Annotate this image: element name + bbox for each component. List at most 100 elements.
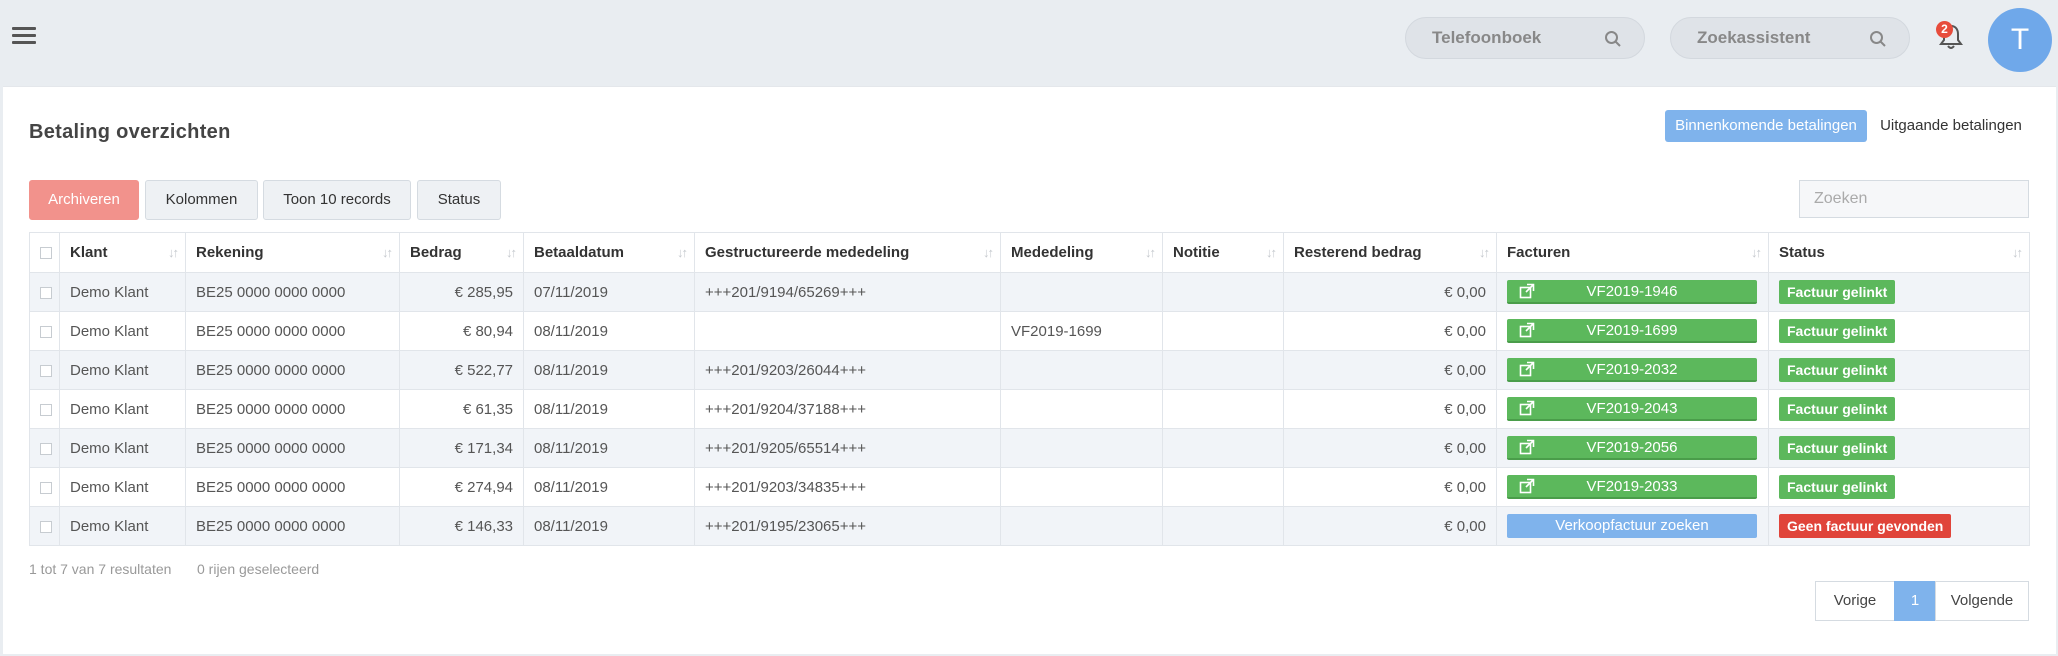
status-badge: Factuur gelinkt [1779,436,1896,460]
select-all-checkbox[interactable] [40,247,52,260]
row-checkbox[interactable] [40,442,52,455]
phonebook-search[interactable] [1405,17,1645,59]
row-select-cell[interactable] [29,272,60,312]
invoice-label: VF2019-2043 [1586,400,1678,417]
archive-button[interactable]: Archiveren [29,180,139,220]
row-select-cell[interactable] [29,428,60,468]
column-header[interactable]: Resterend bedrag ↓↑ [1283,232,1497,273]
sort-icon[interactable]: ↓↑ [983,245,994,260]
cell-bedrag: € 171,34 [399,428,524,468]
column-header[interactable]: Status ↓↑ [1768,232,2030,273]
avatar[interactable]: T [1988,8,2052,72]
row-checkbox[interactable] [40,325,52,338]
prev-page-button[interactable]: Vorige [1815,581,1895,621]
outgoing-payments-tab[interactable]: Uitgaande betalingen [1871,110,2031,142]
status-filter-button[interactable]: Status [417,180,501,220]
cell-bedrag: € 285,95 [399,272,524,312]
columns-button[interactable]: Kolommen [145,180,258,220]
column-header[interactable]: Notitie ↓↑ [1162,232,1284,273]
table-row[interactable]: Demo Klant BE25 0000 0000 0000 € 522,77 08/… [29,350,2030,390]
cell-gestructureerde-mededeling: +++201/9203/34835+++ [694,467,1001,507]
table-row[interactable]: Demo Klant BE25 0000 0000 0000 € 171,34 08/… [29,428,2030,468]
cell-klant: Demo Klant [59,389,186,429]
invoice-link-button[interactable]: VF2019-1946 [1507,280,1757,304]
sort-icon[interactable]: ↓↑ [168,245,179,260]
sort-icon[interactable]: ↓↑ [1479,245,1490,260]
table-row[interactable]: Demo Klant BE25 0000 0000 0000 € 61,35 08/1… [29,389,2030,429]
next-page-button[interactable]: Volgende [1935,581,2029,621]
table-row[interactable]: Demo Klant BE25 0000 0000 0000 € 274,94 08/… [29,467,2030,507]
table-row[interactable]: Demo Klant BE25 0000 0000 0000 € 285,95 07/… [29,272,2030,312]
invoice-link-button[interactable]: VF2019-2056 [1507,436,1757,460]
cell-gestructureerde-mededeling: +++201/9205/65514+++ [694,428,1001,468]
cell-bedrag: € 274,94 [399,467,524,507]
phonebook-input[interactable] [1432,18,1602,58]
hamburger-menu-icon[interactable] [12,27,36,47]
column-header[interactable]: Klant ↓↑ [59,232,186,273]
row-checkbox[interactable] [40,481,52,494]
column-header[interactable]: Rekening ↓↑ [185,232,400,273]
column-header[interactable]: Facturen ↓↑ [1496,232,1769,273]
row-select-cell[interactable] [29,506,60,546]
cell-bedrag: € 61,35 [399,389,524,429]
cell-gestructureerde-mededeling: +++201/9195/23065+++ [694,506,1001,546]
table-header-row: Klant ↓↑ Rekening ↓↑ Bedrag ↓↑ Betaaldatum ↓… [29,232,2030,273]
column-header[interactable]: Bedrag ↓↑ [399,232,524,273]
assistant-input[interactable] [1697,18,1867,58]
table-search-input[interactable] [1799,180,2029,218]
table-row[interactable]: Demo Klant BE25 0000 0000 0000 € 80,94 08/1… [29,311,2030,351]
sort-icon[interactable]: ↓↑ [1266,245,1277,260]
invoice-link-button[interactable]: VF2019-1699 [1507,319,1757,343]
row-checkbox[interactable] [40,286,52,299]
cell-bedrag: € 522,77 [399,350,524,390]
sort-icon[interactable]: ↓↑ [2012,245,2023,260]
find-invoice-button[interactable]: Verkoopfactuur zoeken [1507,514,1757,538]
invoice-link-button[interactable]: VF2019-2043 [1507,397,1757,421]
row-select-cell[interactable] [29,467,60,507]
sort-icon[interactable]: ↓↑ [1145,245,1156,260]
invoice-label: VF2019-2033 [1586,478,1678,495]
search-icon[interactable] [1869,30,1887,48]
column-header[interactable]: Mededeling ↓↑ [1000,232,1163,273]
page-1-button[interactable]: 1 [1894,581,1936,621]
cell-resterend-bedrag: € 0,00 [1283,272,1497,312]
cell-klant: Demo Klant [59,311,186,351]
column-header[interactable]: Gestructureerde mededeling ↓↑ [694,232,1001,273]
cell-mededeling [1000,350,1163,390]
row-select-cell[interactable] [29,350,60,390]
row-select-cell[interactable] [29,389,60,429]
payments-card: Betaling overzichten Binnenkomende betal… [3,86,2056,654]
column-header[interactable]: Betaaldatum ↓↑ [523,232,695,273]
row-select-cell[interactable] [29,311,60,351]
incoming-payments-tab[interactable]: Binnenkomende betalingen [1665,110,1867,142]
notification-badge: 2 [1936,21,1953,38]
sort-icon[interactable]: ↓↑ [506,245,517,260]
page-title: Betaling overzichten [29,121,231,143]
invoice-link-button[interactable]: VF2019-2033 [1507,475,1757,499]
cell-facturen: VF2019-1946 [1496,272,1769,312]
cell-notitie [1162,428,1284,468]
cell-mededeling [1000,506,1163,546]
cell-betaaldatum: 08/11/2019 [523,311,695,351]
row-checkbox[interactable] [40,364,52,377]
cell-resterend-bedrag: € 0,00 [1283,350,1497,390]
row-checkbox[interactable] [40,520,52,533]
select-all-cell[interactable] [29,232,60,273]
cell-facturen: VF2019-2033 [1496,467,1769,507]
cell-mededeling [1000,272,1163,312]
assistant-search[interactable] [1670,17,1910,59]
sort-icon[interactable]: ↓↑ [1751,245,1762,260]
search-icon[interactable] [1604,30,1622,48]
cell-notitie [1162,506,1284,546]
cell-mededeling [1000,467,1163,507]
row-checkbox[interactable] [40,403,52,416]
sort-icon[interactable]: ↓↑ [677,245,688,260]
cell-resterend-bedrag: € 0,00 [1283,506,1497,546]
sort-icon[interactable]: ↓↑ [382,245,393,260]
table-row[interactable]: Demo Klant BE25 0000 0000 0000 € 146,33 08/… [29,506,2030,546]
records-button[interactable]: Toon 10 records [263,180,411,220]
cell-resterend-bedrag: € 0,00 [1283,389,1497,429]
cell-klant: Demo Klant [59,506,186,546]
invoice-link-button[interactable]: VF2019-2032 [1507,358,1757,382]
cell-rekening: BE25 0000 0000 0000 [185,428,400,468]
